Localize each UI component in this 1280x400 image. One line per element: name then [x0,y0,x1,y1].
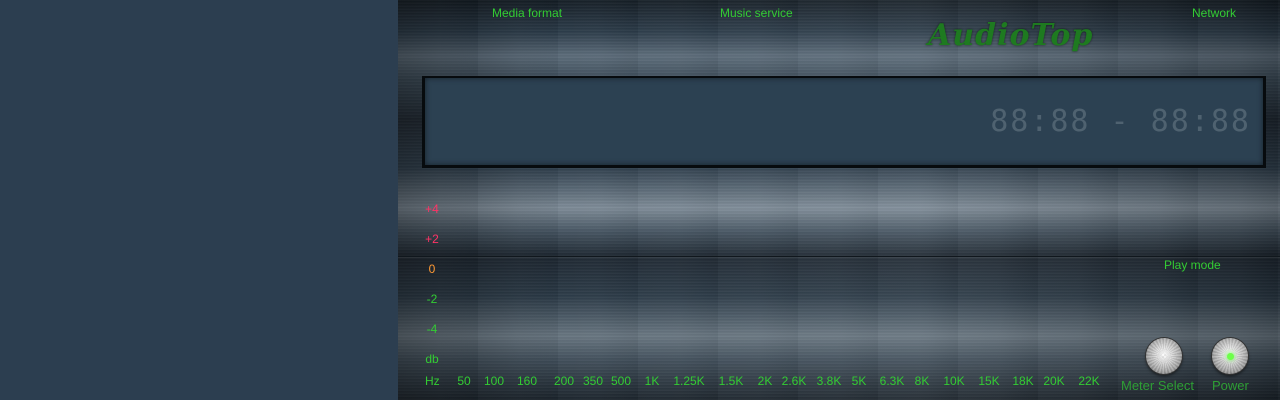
db-label: -2 [426,292,438,306]
knob-icon [1146,338,1182,374]
db-label: 0 [428,262,436,276]
play-mode-link[interactable]: Play mode [1164,258,1221,272]
meter-select-label[interactable]: Meter Select [1121,378,1194,393]
power-knob[interactable] [1212,338,1248,374]
audio-panel: Media format Music service Network Audio… [398,0,1280,400]
frequency-label: 10K [943,374,965,388]
power-label[interactable]: Power [1212,378,1249,393]
frequency-label: 350 [582,374,604,388]
db-label: -4 [426,322,438,336]
frequency-label: 2K [757,374,773,388]
frequency-label: 3.8K [816,374,842,388]
frequency-label: 5K [851,374,867,388]
power-led-icon [1227,353,1234,360]
frequency-label: 18K [1012,374,1034,388]
time-readout: 88:88 - 88:88 [990,104,1251,139]
media-format-link[interactable]: Media format [492,6,562,20]
music-service-link[interactable]: Music service [720,6,793,20]
frequency-label: 22K [1078,374,1100,388]
meter-select-knob[interactable] [1146,338,1182,374]
frequency-label: 50 [457,374,471,388]
brand-logo: AudioTop [928,18,1094,53]
network-link[interactable]: Network [1192,6,1236,20]
frequency-label: 6.3K [879,374,905,388]
frequency-label: 1.5K [718,374,744,388]
frequency-label: 8K [914,374,930,388]
frequency-label: 1.25K [673,374,705,388]
frequency-label: 2.6K [781,374,807,388]
frequency-label: 500 [610,374,632,388]
db-label: +4 [425,202,439,216]
frequency-label: 15K [978,374,1000,388]
db-label: db [425,352,439,366]
lcd-display: 88:88 - 88:88 [422,76,1266,168]
frequency-label: 1K [644,374,660,388]
frequency-label: 100 [483,374,505,388]
frequency-label: 200 [553,374,575,388]
hz-label: Hz [425,374,440,388]
left-pane [0,0,398,400]
panel-divider [398,256,1280,257]
frequency-label: 160 [516,374,538,388]
db-label: +2 [425,232,439,246]
frequency-label: 20K [1043,374,1065,388]
